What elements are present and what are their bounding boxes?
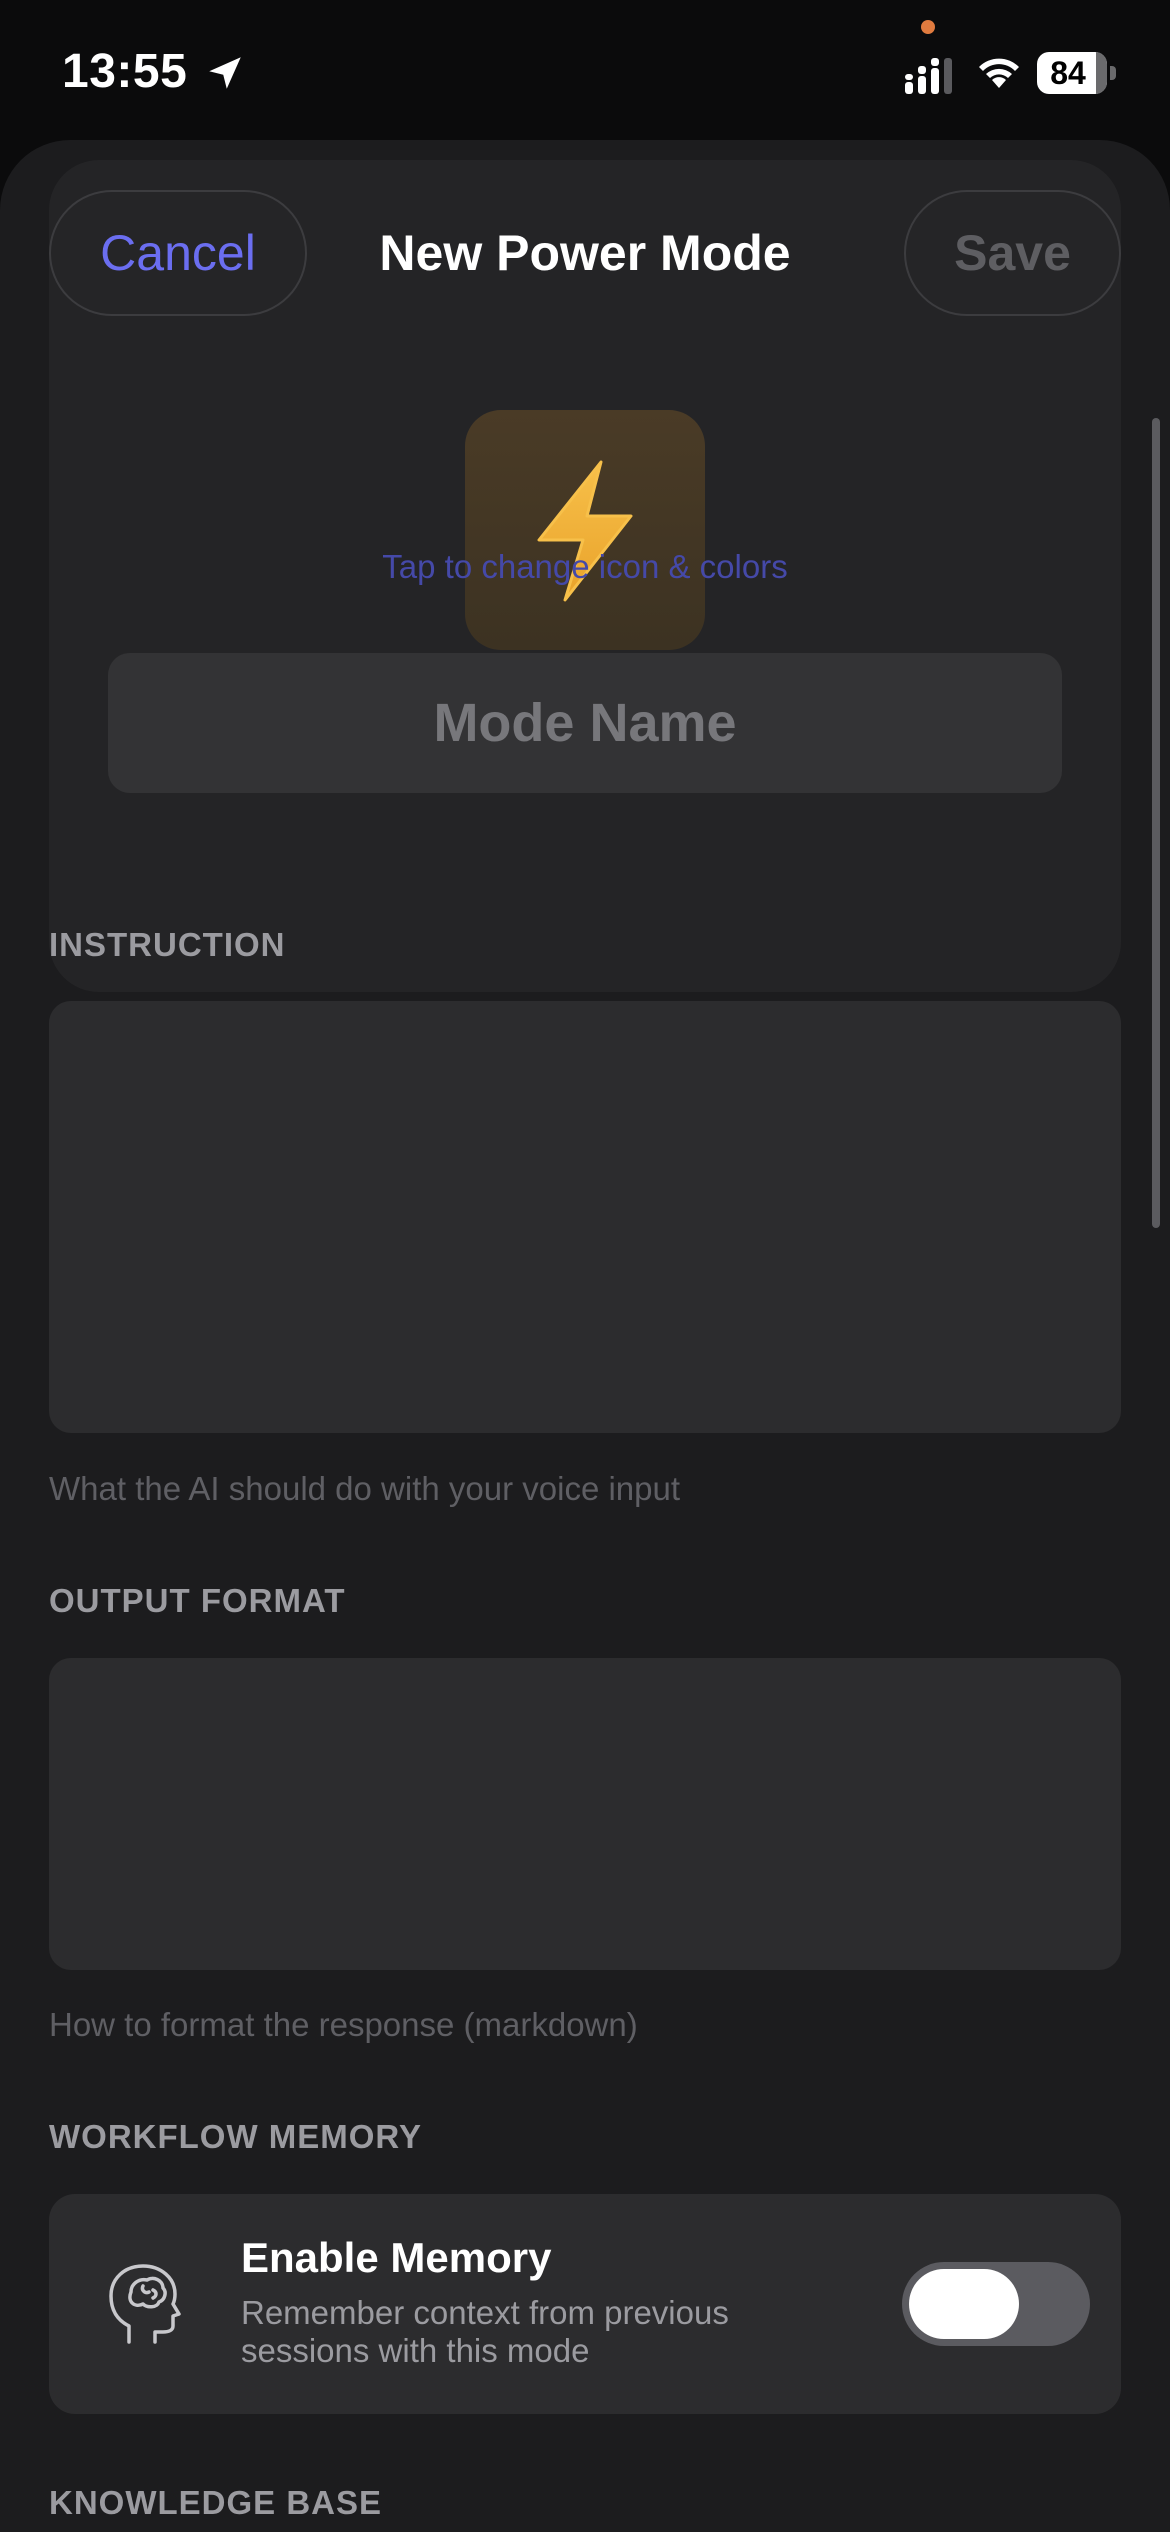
instruction-label: INSTRUCTION xyxy=(49,926,286,963)
memory-description: Remember context from previous sessions … xyxy=(241,2294,729,2369)
mode-name-input[interactable] xyxy=(108,653,1062,793)
power-mode-sheet: Cancel New Power Mode Save Tap to change… xyxy=(0,140,1170,2532)
output-format-input[interactable] xyxy=(49,1658,1121,1970)
knowledge-base-label: KNOWLEDGE BASE xyxy=(49,2484,383,2521)
battery-icon: 84 xyxy=(1037,52,1117,94)
memory-title: Enable Memory xyxy=(241,2234,552,2281)
output-format-helper: How to format the response (markdown) xyxy=(49,2006,638,2043)
instruction-helper: What the AI should do with your voice in… xyxy=(49,1470,681,1507)
signal-icon xyxy=(905,58,952,94)
enable-memory-toggle[interactable] xyxy=(902,2262,1090,2346)
screen: 13:55 84 Cancel New Power Mode Save Tap … xyxy=(0,0,1170,2532)
memory-setting-row: Enable Memory Remember context from prev… xyxy=(49,2194,1121,2414)
privacy-indicator-dot xyxy=(921,20,935,34)
location-arrow-icon xyxy=(209,57,241,89)
status-time: 13:55 xyxy=(62,45,188,98)
status-bar: 13:55 84 xyxy=(0,0,1170,140)
workflow-memory-label: WORKFLOW MEMORY xyxy=(49,2118,423,2155)
scroll-indicator[interactable] xyxy=(1152,418,1160,1228)
wifi-icon xyxy=(979,58,1019,88)
output-format-label: OUTPUT FORMAT xyxy=(49,1582,346,1619)
icon-picker-button[interactable] xyxy=(465,410,705,650)
battery-body: 84 xyxy=(1037,52,1107,94)
save-button[interactable]: Save xyxy=(904,190,1121,316)
icon-picker-caption[interactable]: Tap to change icon & colors xyxy=(49,548,1121,586)
battery-level: 84 xyxy=(1050,55,1086,91)
cancel-button[interactable]: Cancel xyxy=(49,190,307,316)
battery-nub xyxy=(1110,66,1116,80)
toggle-knob xyxy=(909,2269,1019,2339)
instruction-input[interactable] xyxy=(49,1001,1121,1433)
sheet-title: New Power Mode xyxy=(379,225,791,281)
brain-head-icon xyxy=(109,2264,181,2344)
